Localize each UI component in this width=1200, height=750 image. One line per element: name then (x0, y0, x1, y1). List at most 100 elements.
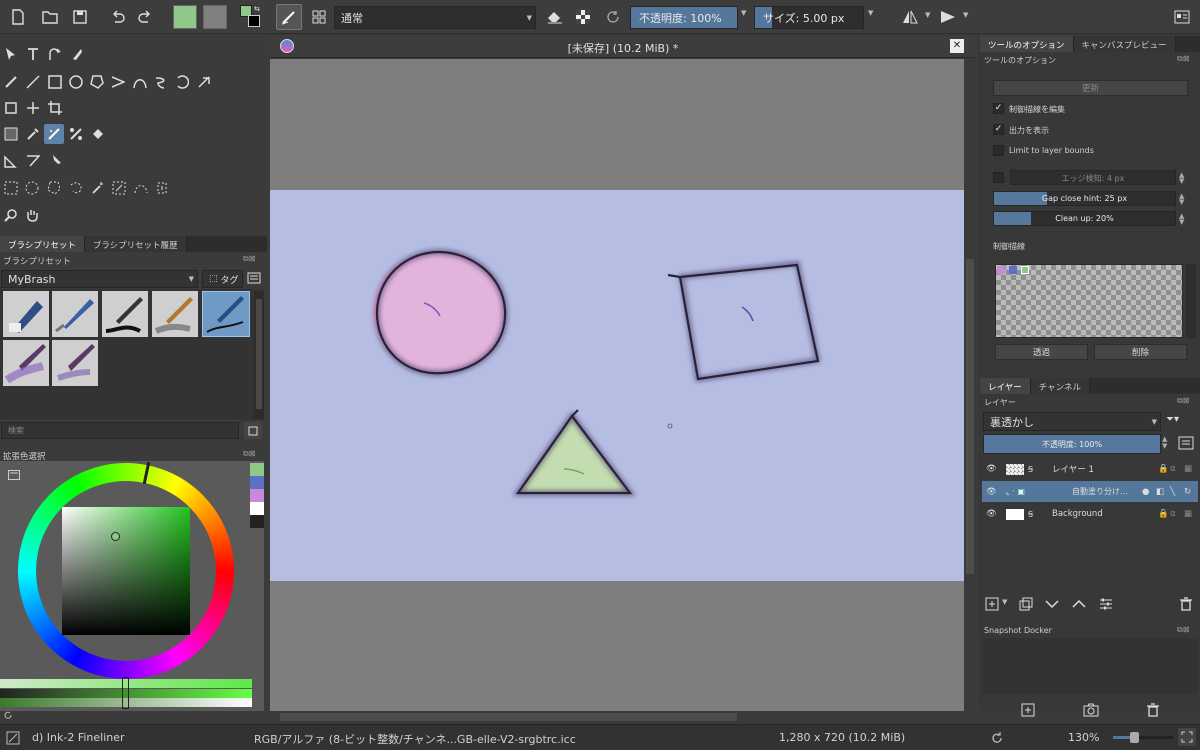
mirror-horizontal-icon[interactable] (898, 5, 922, 29)
undo-icon[interactable] (106, 5, 130, 29)
color-dock-float-icon[interactable]: ⧉⊠ (243, 449, 255, 459)
inherit-alpha-icon[interactable]: ▦ (1184, 509, 1198, 519)
spin-arrows-icon[interactable]: ▲ ▼ (1179, 193, 1184, 206)
delete-layer-icon[interactable] (1179, 597, 1193, 611)
pan-tool-icon[interactable] (22, 205, 42, 225)
layer-opacity-slider[interactable]: 不透明度: 100% (983, 434, 1161, 454)
rectangle-tool-icon[interactable] (45, 72, 65, 92)
transparent-button[interactable]: 透過 (995, 344, 1088, 360)
move-tool-icon[interactable] (23, 98, 43, 118)
select-shapes-icon[interactable] (1, 44, 21, 64)
polyline-tool-icon[interactable] (108, 72, 128, 92)
add-snapshot-icon[interactable] (1021, 703, 1037, 719)
mirror-h-dropdown-icon[interactable]: ▼ (925, 11, 930, 19)
recent-color-swatch[interactable] (250, 489, 264, 502)
open-folder-icon[interactable] (38, 5, 62, 29)
recent-color-swatch[interactable] (250, 515, 264, 528)
transform-tool-icon[interactable] (1, 98, 21, 118)
mirror-vertical-icon[interactable] (936, 5, 960, 29)
color-picker-icon[interactable] (23, 124, 43, 144)
mask-update-icon[interactable]: ↻ (1184, 487, 1198, 497)
visibility-eye-icon[interactable]: 👁 (986, 509, 1000, 519)
line-tool-icon[interactable] (23, 72, 43, 92)
preset-airbrush-thumb[interactable] (52, 340, 98, 386)
clean-up-slider[interactable]: Clean up: 20% (993, 211, 1176, 226)
show-output-checkbox[interactable]: ✓ (993, 124, 1004, 135)
freehand-select-icon[interactable] (66, 178, 86, 198)
rotate-view-icon[interactable] (990, 731, 1004, 745)
palette-swatch[interactable] (1021, 266, 1029, 274)
canvas-vertical-scrollbar[interactable] (964, 59, 976, 711)
new-document-icon[interactable] (6, 5, 30, 29)
update-button[interactable]: 更新 (993, 80, 1188, 96)
camera-icon[interactable] (1083, 703, 1099, 719)
tab-canvas-preview[interactable]: キャンバスプレビュー (1073, 36, 1176, 52)
duplicate-layer-icon[interactable] (1019, 597, 1033, 611)
snapshot-float-icon[interactable]: ⧉⊠ (1177, 625, 1189, 635)
fill-tool-icon[interactable] (88, 124, 108, 144)
magnetic-select-icon[interactable] (152, 178, 172, 198)
measure-tool-icon[interactable] (1, 151, 21, 171)
edge-detect-checkbox[interactable] (993, 172, 1004, 183)
layer-filter-icon[interactable]: ⏷▾ (1166, 414, 1192, 429)
shade-marker[interactable] (122, 677, 129, 709)
spin-arrows-icon[interactable]: ▲ ▼ (1179, 213, 1184, 226)
zoom-level[interactable]: 130% (1068, 731, 1099, 744)
opacity-chevron-down-icon[interactable]: ▼ (741, 9, 746, 17)
workspace-icon[interactable] (1170, 5, 1194, 29)
saturation-value-square[interactable] (62, 507, 190, 635)
alpha-lock-icon[interactable]: α (1170, 509, 1184, 519)
lock-icon[interactable]: 🔒 (1158, 509, 1170, 519)
tool-options-float-icon[interactable]: ⧉⊠ (1177, 54, 1189, 64)
edit-control-lines-checkbox[interactable]: ✓ (993, 103, 1004, 114)
edge-detect-slider[interactable]: エッジ検知: 4 px (1010, 170, 1176, 185)
snapshot-list[interactable] (982, 638, 1198, 694)
reference-images-icon[interactable] (45, 151, 65, 171)
tab-layers[interactable]: レイヤー (980, 378, 1031, 394)
multibrush-icon[interactable] (194, 72, 214, 92)
palette-scrollbar[interactable] (1186, 264, 1196, 338)
smart-patch-icon[interactable] (66, 124, 86, 144)
eraser-mode-icon[interactable] (543, 5, 567, 29)
visibility-eye-icon[interactable]: 👁 (986, 487, 1000, 497)
zoom-slider-handle[interactable] (1130, 732, 1139, 743)
layer-row[interactable]: 👁 Ꞩ レイヤー 1 🔒 α ▦ (982, 458, 1198, 480)
pattern-swatch[interactable] (203, 5, 227, 29)
visibility-eye-icon[interactable]: 👁 (986, 464, 1000, 474)
text-tool-icon[interactable] (23, 44, 43, 64)
dock-float-icon[interactable]: ⧉⊠ (243, 254, 255, 264)
lock-icon[interactable]: 🔒 (1158, 464, 1170, 474)
zoom-tool-icon[interactable] (1, 205, 21, 225)
inherit-alpha-icon[interactable]: ▦ (1184, 464, 1198, 474)
polygon-tool-icon[interactable] (87, 72, 107, 92)
preset-eraser-thumb[interactable] (3, 291, 49, 337)
layer-properties-icon[interactable] (1178, 436, 1196, 452)
crop-tool-icon[interactable] (45, 98, 65, 118)
save-preset-icon[interactable] (244, 422, 262, 439)
canvas-horizontal-scrollbar[interactable] (270, 711, 964, 723)
mask-edit-icon[interactable]: ◧ (1156, 487, 1170, 497)
limit-layer-bounds-checkbox[interactable] (993, 145, 1004, 156)
preset-pencil-thumb[interactable] (52, 291, 98, 337)
layer-blend-mode-select[interactable]: 裏透かし ▼ (983, 412, 1161, 431)
preset-scrollbar[interactable] (254, 291, 264, 419)
dynamic-brush-icon[interactable] (172, 72, 192, 92)
preset-watercolor-thumb[interactable] (3, 340, 49, 386)
bezier-select-icon[interactable] (131, 178, 151, 198)
rect-select-icon[interactable] (1, 178, 21, 198)
tag-select[interactable]: ⬚ タグ (202, 270, 243, 288)
move-layer-up-icon[interactable] (1072, 598, 1086, 610)
palette-swatch[interactable] (1009, 266, 1017, 274)
redo-icon[interactable] (133, 5, 157, 29)
add-layer-icon[interactable] (985, 597, 999, 611)
bezier-tool-icon[interactable] (130, 72, 150, 92)
assistant-tool-icon[interactable] (23, 151, 43, 171)
layer-row-selected[interactable]: 👁 ⌞ · ▣ 自動塗り分け... ● ◧ ╲ ↻ (982, 481, 1198, 502)
preserve-alpha-icon[interactable] (571, 5, 595, 29)
move-layer-down-icon[interactable] (1045, 598, 1059, 610)
canvas-image[interactable] (270, 190, 965, 581)
mask-state-icon[interactable]: ● (1142, 487, 1156, 497)
tab-channels[interactable]: チャンネル (1030, 378, 1090, 394)
recent-color-swatch[interactable] (250, 476, 264, 489)
brush-settings-grid-icon[interactable] (307, 5, 331, 29)
